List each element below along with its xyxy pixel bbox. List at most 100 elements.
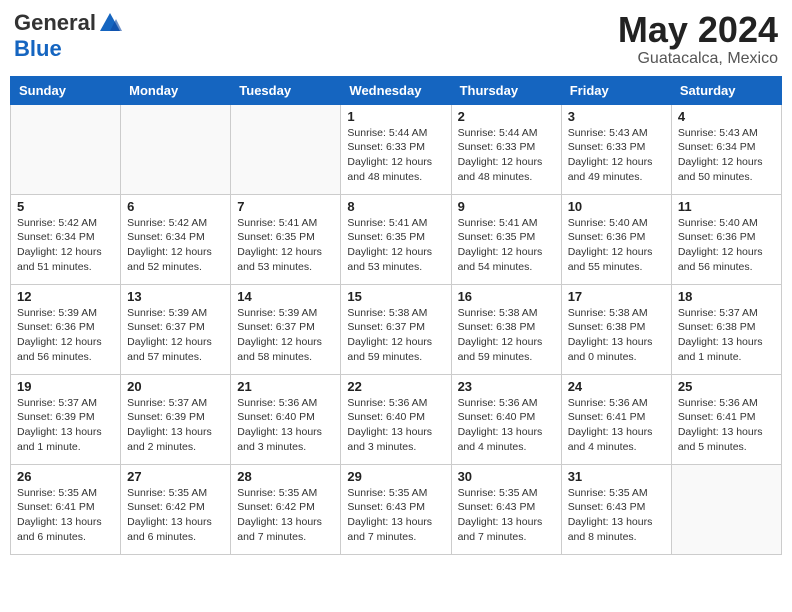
- calendar-cell: 1 Sunrise: 5:44 AM Sunset: 6:33 PM Daylig…: [341, 104, 451, 194]
- day-info: Sunrise: 5:35 AM Sunset: 6:42 PM Dayligh…: [127, 486, 224, 545]
- day-number: 16: [458, 289, 555, 304]
- calendar-cell: 6 Sunrise: 5:42 AM Sunset: 6:34 PM Daylig…: [121, 194, 231, 284]
- day-number: 4: [678, 109, 775, 124]
- day-info: Sunrise: 5:37 AM Sunset: 6:38 PM Dayligh…: [678, 306, 775, 365]
- day-number: 12: [17, 289, 114, 304]
- calendar-cell: 29 Sunrise: 5:35 AM Sunset: 6:43 PM Dayli…: [341, 464, 451, 554]
- day-number: 13: [127, 289, 224, 304]
- calendar-cell: 19Sunrise: 5:37 AM Sunset: 6:39 PM Dayli…: [11, 374, 121, 464]
- weekday-header-saturday: Saturday: [671, 76, 781, 104]
- calendar-cell: 30 Sunrise: 5:35 AM Sunset: 6:43 PM Dayli…: [451, 464, 561, 554]
- weekday-header-sunday: Sunday: [11, 76, 121, 104]
- weekday-header-row: SundayMondayTuesdayWednesdayThursdayFrid…: [11, 76, 782, 104]
- calendar-cell: 8Sunrise: 5:41 AM Sunset: 6:35 PM Daylig…: [341, 194, 451, 284]
- day-number: 14: [237, 289, 334, 304]
- day-number: 8: [347, 199, 444, 214]
- calendar-cell: 7Sunrise: 5:41 AM Sunset: 6:35 PM Daylig…: [231, 194, 341, 284]
- day-info: Sunrise: 5:40 AM Sunset: 6:36 PM Dayligh…: [568, 216, 665, 275]
- weekday-header-wednesday: Wednesday: [341, 76, 451, 104]
- page-header: General Blue May 2024 Guatacalca, Mexico: [10, 10, 782, 68]
- calendar-cell: 20 Sunrise: 5:37 AM Sunset: 6:39 PM Dayli…: [121, 374, 231, 464]
- calendar-cell: 24Sunrise: 5:36 AM Sunset: 6:41 PM Dayli…: [561, 374, 671, 464]
- calendar-cell: 5 Sunrise: 5:42 AM Sunset: 6:34 PM Daylig…: [11, 194, 121, 284]
- calendar-cell: 16Sunrise: 5:38 AM Sunset: 6:38 PM Dayli…: [451, 284, 561, 374]
- day-info: Sunrise: 5:37 AM Sunset: 6:39 PM Dayligh…: [127, 396, 224, 455]
- day-number: 26: [17, 469, 114, 484]
- weekday-header-thursday: Thursday: [451, 76, 561, 104]
- calendar-cell: 10Sunrise: 5:40 AM Sunset: 6:36 PM Dayli…: [561, 194, 671, 284]
- day-number: 28: [237, 469, 334, 484]
- day-number: 20: [127, 379, 224, 394]
- calendar-week-row: 1 Sunrise: 5:44 AM Sunset: 6:33 PM Daylig…: [11, 104, 782, 194]
- day-number: 30: [458, 469, 555, 484]
- calendar-cell: 25 Sunrise: 5:36 AM Sunset: 6:41 PM Dayli…: [671, 374, 781, 464]
- calendar-table: SundayMondayTuesdayWednesdayThursdayFrid…: [10, 76, 782, 555]
- day-info: Sunrise: 5:36 AM Sunset: 6:40 PM Dayligh…: [458, 396, 555, 455]
- day-info: Sunrise: 5:35 AM Sunset: 6:42 PM Dayligh…: [237, 486, 334, 545]
- day-number: 25: [678, 379, 775, 394]
- day-number: 6: [127, 199, 224, 214]
- day-info: Sunrise: 5:39 AM Sunset: 6:37 PM Dayligh…: [127, 306, 224, 365]
- calendar-cell: 18 Sunrise: 5:37 AM Sunset: 6:38 PM Dayli…: [671, 284, 781, 374]
- calendar-cell: 15 Sunrise: 5:38 AM Sunset: 6:37 PM Dayli…: [341, 284, 451, 374]
- calendar-cell: 26 Sunrise: 5:35 AM Sunset: 6:41 PM Dayli…: [11, 464, 121, 554]
- calendar-cell: 13 Sunrise: 5:39 AM Sunset: 6:37 PM Dayli…: [121, 284, 231, 374]
- calendar-cell: 14 Sunrise: 5:39 AM Sunset: 6:37 PM Dayli…: [231, 284, 341, 374]
- title-section: May 2024 Guatacalca, Mexico: [618, 10, 778, 68]
- weekday-header-tuesday: Tuesday: [231, 76, 341, 104]
- weekday-header-monday: Monday: [121, 76, 231, 104]
- calendar-cell: 17 Sunrise: 5:38 AM Sunset: 6:38 PM Dayli…: [561, 284, 671, 374]
- day-number: 31: [568, 469, 665, 484]
- day-info: Sunrise: 5:36 AM Sunset: 6:40 PM Dayligh…: [347, 396, 444, 455]
- day-number: 29: [347, 469, 444, 484]
- day-info: Sunrise: 5:42 AM Sunset: 6:34 PM Dayligh…: [17, 216, 114, 275]
- day-number: 18: [678, 289, 775, 304]
- day-number: 17: [568, 289, 665, 304]
- day-info: Sunrise: 5:40 AM Sunset: 6:36 PM Dayligh…: [678, 216, 775, 275]
- calendar-cell: 3Sunrise: 5:43 AM Sunset: 6:33 PM Daylig…: [561, 104, 671, 194]
- day-info: Sunrise: 5:38 AM Sunset: 6:37 PM Dayligh…: [347, 306, 444, 365]
- day-number: 11: [678, 199, 775, 214]
- calendar-week-row: 26 Sunrise: 5:35 AM Sunset: 6:41 PM Dayli…: [11, 464, 782, 554]
- location-subtitle: Guatacalca, Mexico: [618, 50, 778, 68]
- day-info: Sunrise: 5:35 AM Sunset: 6:43 PM Dayligh…: [458, 486, 555, 545]
- calendar-cell: 27 Sunrise: 5:35 AM Sunset: 6:42 PM Dayli…: [121, 464, 231, 554]
- day-number: 3: [568, 109, 665, 124]
- day-info: Sunrise: 5:35 AM Sunset: 6:43 PM Dayligh…: [347, 486, 444, 545]
- day-info: Sunrise: 5:36 AM Sunset: 6:41 PM Dayligh…: [678, 396, 775, 455]
- month-year-title: May 2024: [618, 10, 778, 50]
- day-number: 9: [458, 199, 555, 214]
- calendar-cell: 22 Sunrise: 5:36 AM Sunset: 6:40 PM Dayli…: [341, 374, 451, 464]
- day-number: 22: [347, 379, 444, 394]
- calendar-cell: [121, 104, 231, 194]
- calendar-week-row: 12Sunrise: 5:39 AM Sunset: 6:36 PM Dayli…: [11, 284, 782, 374]
- calendar-cell: 21Sunrise: 5:36 AM Sunset: 6:40 PM Dayli…: [231, 374, 341, 464]
- day-info: Sunrise: 5:44 AM Sunset: 6:33 PM Dayligh…: [347, 126, 444, 185]
- logo: General Blue: [14, 10, 122, 62]
- day-number: 5: [17, 199, 114, 214]
- day-info: Sunrise: 5:41 AM Sunset: 6:35 PM Dayligh…: [458, 216, 555, 275]
- day-number: 24: [568, 379, 665, 394]
- logo-blue-text: Blue: [14, 36, 62, 62]
- calendar-week-row: 5 Sunrise: 5:42 AM Sunset: 6:34 PM Daylig…: [11, 194, 782, 284]
- calendar-cell: 23 Sunrise: 5:36 AM Sunset: 6:40 PM Dayli…: [451, 374, 561, 464]
- calendar-cell: 11 Sunrise: 5:40 AM Sunset: 6:36 PM Dayli…: [671, 194, 781, 284]
- day-info: Sunrise: 5:35 AM Sunset: 6:43 PM Dayligh…: [568, 486, 665, 545]
- logo-icon: [98, 11, 122, 35]
- day-info: Sunrise: 5:39 AM Sunset: 6:37 PM Dayligh…: [237, 306, 334, 365]
- calendar-cell: 2Sunrise: 5:44 AM Sunset: 6:33 PM Daylig…: [451, 104, 561, 194]
- day-number: 15: [347, 289, 444, 304]
- day-info: Sunrise: 5:38 AM Sunset: 6:38 PM Dayligh…: [568, 306, 665, 365]
- day-info: Sunrise: 5:35 AM Sunset: 6:41 PM Dayligh…: [17, 486, 114, 545]
- calendar-cell: [231, 104, 341, 194]
- day-number: 23: [458, 379, 555, 394]
- day-info: Sunrise: 5:42 AM Sunset: 6:34 PM Dayligh…: [127, 216, 224, 275]
- day-number: 27: [127, 469, 224, 484]
- weekday-header-friday: Friday: [561, 76, 671, 104]
- day-number: 1: [347, 109, 444, 124]
- calendar-cell: [671, 464, 781, 554]
- logo-general-text: General: [14, 10, 96, 36]
- day-number: 2: [458, 109, 555, 124]
- calendar-cell: 28 Sunrise: 5:35 AM Sunset: 6:42 PM Dayli…: [231, 464, 341, 554]
- day-info: Sunrise: 5:41 AM Sunset: 6:35 PM Dayligh…: [237, 216, 334, 275]
